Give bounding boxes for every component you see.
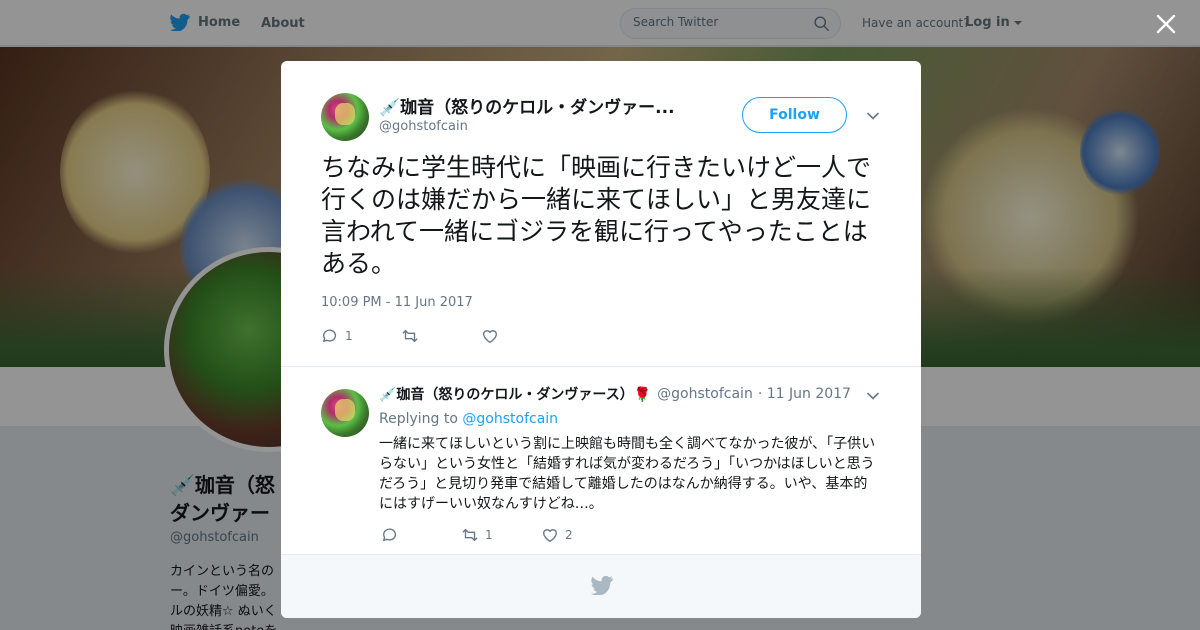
chevron-down-icon[interactable] xyxy=(866,389,880,403)
tweet-modal: 💉珈音（怒りのケロル・ダンヴァー... @gohstofcain Follow … xyxy=(281,61,921,618)
reply-author-handle[interactable]: @gohstofcain xyxy=(657,386,753,402)
retweet-icon xyxy=(402,329,418,343)
reply-icon xyxy=(383,528,397,542)
reply-count: 1 xyxy=(345,329,353,343)
replying-to-label: Replying to xyxy=(379,411,458,427)
reply-date[interactable]: · 11 Jun 2017 xyxy=(758,386,851,402)
heart-icon xyxy=(483,330,497,343)
follow-button[interactable]: Follow xyxy=(742,97,847,133)
reply-button[interactable] xyxy=(381,526,461,544)
close-icon[interactable] xyxy=(1152,10,1180,38)
author-display-name[interactable]: 💉珈音（怒りのケロル・ダンヴァー... xyxy=(379,93,699,118)
reply-button[interactable]: 1 xyxy=(321,327,401,345)
replying-to-mention[interactable]: @gohstofcain xyxy=(462,411,558,427)
like-count: 2 xyxy=(565,528,573,542)
heart-icon xyxy=(543,529,557,542)
like-button[interactable] xyxy=(481,327,505,345)
tweet-timestamp[interactable]: 10:09 PM - 11 Jun 2017 xyxy=(321,295,473,310)
reply-actions: 1 2 xyxy=(381,526,573,544)
tweet-actions: 1 xyxy=(321,327,505,345)
chevron-down-icon[interactable] xyxy=(866,109,880,123)
reply-header: 💉珈音（怒りのケロル・ダンヴァース）🌹 @gohstofcain · 11 Ju… xyxy=(379,384,851,404)
reply-icon xyxy=(323,329,337,343)
twitter-bird-icon xyxy=(591,575,613,595)
modal-footer xyxy=(281,554,921,618)
author-avatar[interactable] xyxy=(321,93,369,141)
reply-author-avatar[interactable] xyxy=(321,389,369,437)
retweet-button[interactable]: 1 xyxy=(461,526,541,544)
like-button[interactable]: 2 xyxy=(541,526,573,544)
reply-author-name[interactable]: 💉珈音（怒りのケロル・ダンヴァース）🌹 xyxy=(379,384,651,404)
divider xyxy=(281,366,921,367)
author-handle[interactable]: @gohstofcain xyxy=(379,119,468,134)
retweet-count: 1 xyxy=(485,528,493,542)
reply-text: 一緒に来てほしいという割に上映館も時間も全く調べてなかった彼が、「子供いらない」… xyxy=(379,436,876,512)
tweet-text: ちなみに学生時代に「映画に行きたいけど一人で行くのは嫌だから一緒に来てほしい」と… xyxy=(321,153,872,278)
retweet-button[interactable] xyxy=(401,327,481,345)
retweet-icon xyxy=(462,528,478,542)
replying-to: Replying to @gohstofcain xyxy=(379,411,558,427)
